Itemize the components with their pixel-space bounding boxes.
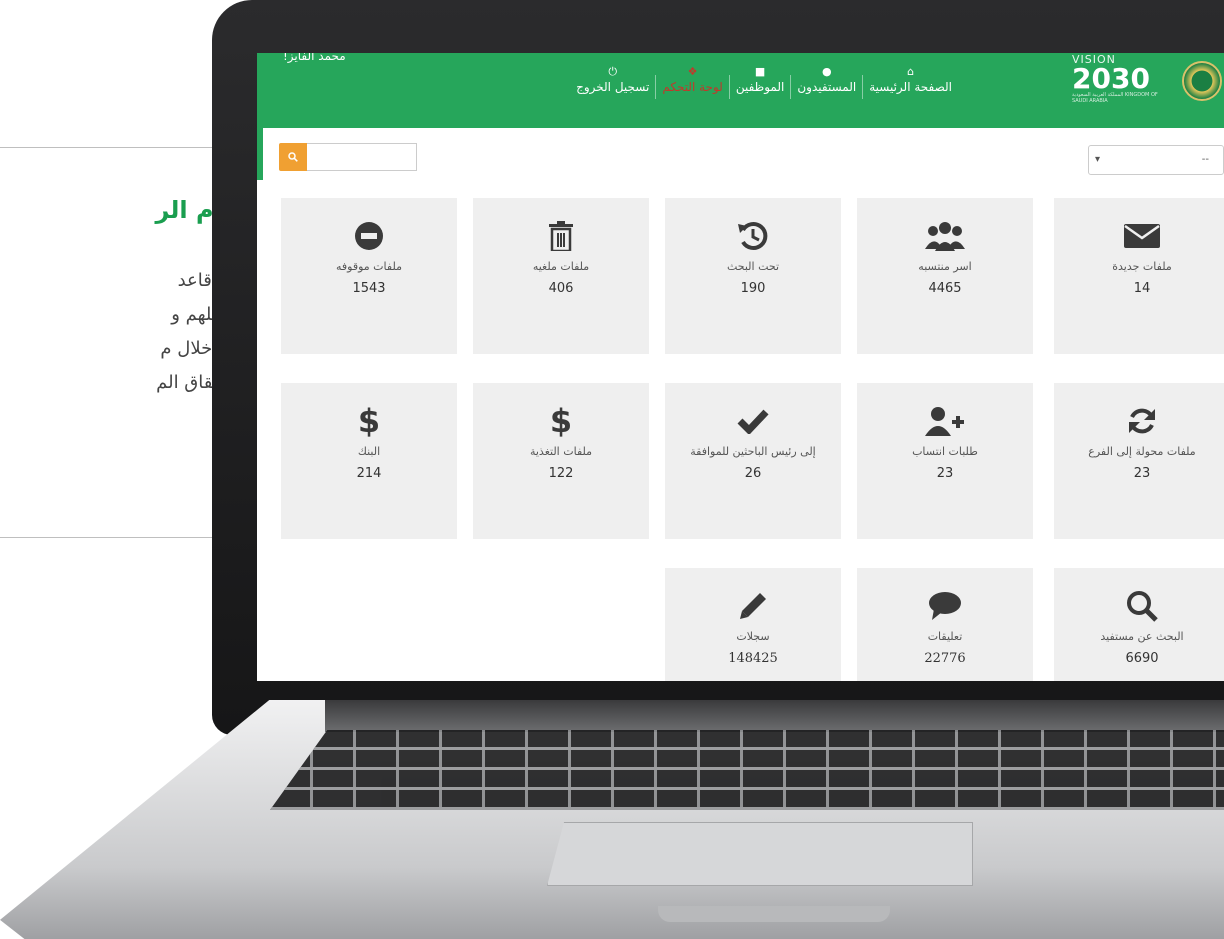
refresh-icon (1126, 405, 1158, 437)
card-count: 148425 (728, 651, 778, 666)
filter-select[interactable]: ▾ -- (1088, 145, 1224, 175)
nav-dashboard[interactable]: ❖ لوحة التحكم (655, 66, 729, 99)
user-plus-icon (925, 405, 965, 437)
card-search-beneficiary[interactable]: البحث عن مستفيد 6690 (1054, 568, 1224, 681)
card-label: طلبات انتساب (912, 445, 978, 458)
side-accent (257, 128, 263, 180)
card-suspended-files[interactable]: ملفات موقوفه 1543 (281, 198, 457, 354)
card-label: البحث عن مستفيد (1100, 630, 1184, 643)
card-cancelled-files[interactable]: ملفات ملغيه 406 (473, 198, 649, 354)
vision-year: 2030 (1072, 62, 1150, 95)
search-input[interactable] (307, 143, 417, 171)
card-count: 1543 (352, 281, 386, 296)
app-screen: VISION 2030 المملكة العربية السعودية KIN… (257, 53, 1224, 681)
laptop-hinge (325, 700, 1224, 732)
dollar-icon: $ (549, 402, 573, 440)
card-label: ملفات ملغيه (532, 260, 590, 273)
card-affiliated-families[interactable]: اسر منتسبه 4465 (857, 198, 1033, 354)
card-label: تحت البحث (726, 260, 780, 273)
nav-home[interactable]: ⌂ الصفحة الرئيسية (862, 66, 958, 99)
search-button[interactable] (279, 143, 307, 171)
card-label: ملفات التغذية (529, 445, 593, 458)
card-transferred-to-branch[interactable]: ملفات محولة إلى الفرع 23 (1054, 383, 1224, 539)
card-label: إلى رئيس الباحثين للموافقة (690, 445, 816, 458)
card-under-research[interactable]: تحت البحث 190 (665, 198, 841, 354)
card-count: 214 (356, 466, 382, 481)
nav-logout[interactable]: ⏻ تسجيل الخروج (570, 66, 655, 99)
nav-beneficiaries[interactable]: ● المستفيدون (790, 66, 862, 99)
caret-down-icon: ▾ (1095, 154, 1101, 165)
vision-2030-logo: VISION 2030 المملكة العربية السعودية KIN… (1072, 53, 1168, 113)
vision-word: VISION (1072, 53, 1116, 66)
envelope-icon (1124, 220, 1160, 252)
top-navbar: VISION 2030 المملكة العربية السعودية KIN… (257, 53, 1224, 128)
card-count: 23 (936, 466, 954, 481)
card-new-files[interactable]: ملفات جديدة 14 (1054, 198, 1224, 354)
trackpad (547, 822, 973, 886)
card-label: البنك (357, 445, 381, 458)
nav-dashboard-label: لوحة التحكم (662, 80, 723, 94)
saudi-emblem-logo (1182, 61, 1222, 101)
laptop-notch (658, 906, 890, 922)
card-count: 190 (740, 281, 766, 296)
filter-select-value: -- (1201, 154, 1209, 165)
search-box (279, 143, 417, 171)
history-icon (737, 220, 769, 252)
users-group-icon (925, 220, 965, 252)
card-count: 122 (548, 466, 574, 481)
user-greeting[interactable]: محمد الفايز! (283, 53, 346, 63)
pencil-icon (738, 590, 768, 622)
card-count: 22776 (924, 651, 966, 666)
card-comments[interactable]: تعليقات 22776 (857, 568, 1033, 681)
main-menu: ⌂ الصفحة الرئيسية ● المستفيدون ■ الموظفي… (570, 53, 958, 128)
card-count: 23 (1133, 466, 1151, 481)
card-feeding-files[interactable]: $ ملفات التغذية 122 (473, 383, 649, 539)
nav-logout-label: تسجيل الخروج (576, 80, 650, 94)
card-count: 4465 (928, 281, 962, 296)
card-label: ملفات محولة إلى الفرع (1088, 445, 1196, 458)
card-label: اسر منتسبه (918, 260, 972, 273)
card-count: 14 (1133, 281, 1151, 296)
card-head-researchers-approval[interactable]: إلى رئيس الباحثين للموافقة 26 (665, 383, 841, 539)
card-label: سجلات (736, 630, 770, 643)
dollar-icon: $ (357, 402, 381, 440)
card-count: 26 (744, 466, 762, 481)
nav-employees-label: الموظفين (735, 80, 785, 94)
minus-circle-icon (354, 220, 384, 252)
nav-beneficiaries-label: المستفيدون (797, 80, 857, 94)
nav-home-label: الصفحة الرئيسية (869, 80, 952, 94)
card-count: 406 (548, 281, 574, 296)
vision-subtitle: المملكة العربية السعودية KINGDOM OF SAUD… (1072, 92, 1158, 104)
card-label: ملفات جديدة (1112, 260, 1172, 273)
card-label: ملفات موقوفه (336, 260, 402, 273)
divider (0, 537, 215, 538)
card-membership-requests[interactable]: طلبات انتساب 23 (857, 383, 1033, 539)
check-icon (737, 405, 769, 437)
comment-icon (928, 590, 962, 622)
card-bank[interactable]: $ البنك 214 (281, 383, 457, 539)
nav-employees[interactable]: ■ الموظفين (728, 66, 791, 99)
trash-icon (549, 220, 573, 252)
card-count: 6690 (1125, 651, 1159, 666)
card-label: تعليقات (927, 630, 963, 643)
keyboard-rows (270, 730, 1224, 810)
search-icon (1126, 590, 1158, 622)
card-records[interactable]: سجلات 148425 (665, 568, 841, 681)
search-icon (288, 152, 298, 162)
divider (0, 147, 215, 148)
